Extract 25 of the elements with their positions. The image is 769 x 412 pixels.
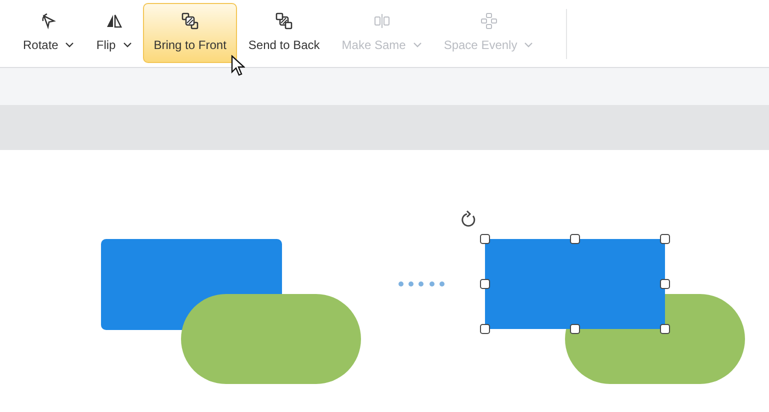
toolbar-button[interactable]: Bring to Front: [142, 3, 238, 63]
rotate-handle-icon[interactable]: [462, 210, 476, 227]
resize-handle[interactable]: [660, 234, 670, 244]
rotate-icon: [40, 12, 58, 30]
make-same-icon: [372, 12, 391, 30]
space-evenly-icon: [480, 12, 498, 30]
resize-handle[interactable]: [480, 279, 490, 289]
caret-icon: [65, 42, 74, 48]
resize-handle[interactable]: [570, 324, 580, 334]
send-to-back-icon: [275, 12, 294, 30]
resize-handle[interactable]: [480, 324, 490, 334]
toolbar-button[interactable]: Send to Back: [237, 3, 331, 63]
caret-icon: [524, 42, 534, 48]
flip-icon: [105, 12, 124, 30]
caret-icon: [412, 42, 422, 48]
cursor-icon: [231, 55, 245, 77]
toolbar-button[interactable]: Rotate: [12, 3, 86, 63]
caret-icon: [122, 42, 132, 48]
resize-handle[interactable]: [570, 234, 580, 244]
dotted-line: [398, 282, 444, 286]
bring-to-front-icon: [181, 12, 200, 30]
resize-handle[interactable]: [480, 234, 490, 244]
toolbar-button[interactable]: Flip: [85, 3, 143, 63]
resize-handle[interactable]: [660, 279, 670, 289]
resize-handle[interactable]: [660, 324, 670, 334]
